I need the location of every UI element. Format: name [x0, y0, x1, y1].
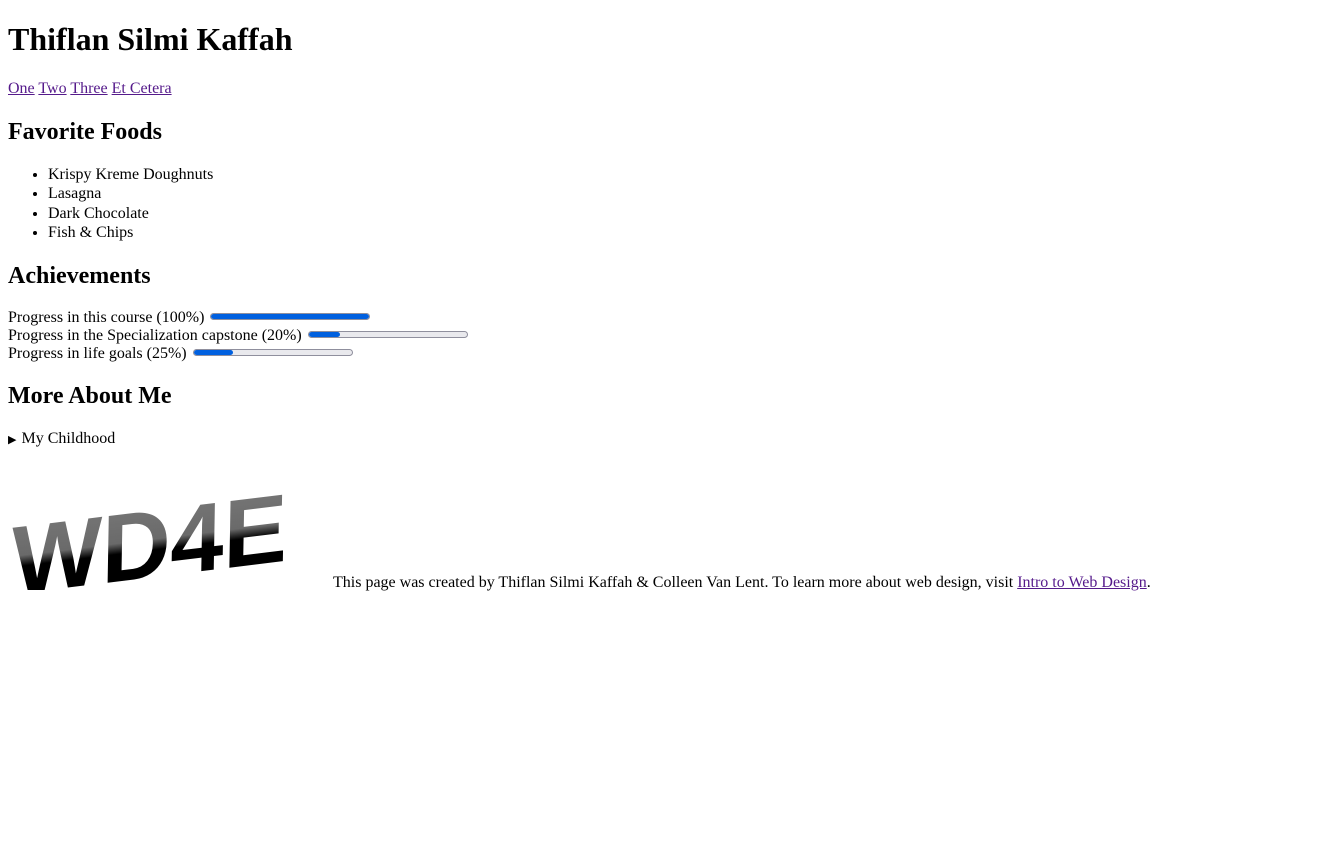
- progress-row-capstone: Progress in the Specialization capstone …: [8, 327, 1312, 345]
- progress-label: Progress in this course (100%): [8, 308, 205, 326]
- footer-credit-text: This page was created by Thiflan Silmi K…: [333, 573, 1018, 591]
- nav-bar: One Two Three Et Cetera: [8, 79, 1312, 99]
- achievements-heading: Achievements: [8, 262, 151, 289]
- list-item: Dark Chocolate: [48, 204, 1312, 223]
- page-title: Thiflan Silmi Kaffah: [8, 21, 293, 57]
- progress-row-life-goals: Progress in life goals (25%): [8, 345, 1312, 363]
- intro-to-web-design-link[interactable]: Intro to Web Design: [1017, 574, 1147, 591]
- more-about-me-heading: More About Me: [8, 382, 172, 409]
- list-item: Lasagna: [48, 184, 1312, 203]
- progress-row-course: Progress in this course (100%): [8, 309, 1312, 327]
- progress-fill: [308, 332, 341, 338]
- progress-fill: [193, 350, 234, 356]
- nav-link-two[interactable]: Two: [38, 80, 66, 97]
- list-item: Fish & Chips: [48, 223, 1312, 242]
- progress-label: Progress in life goals (25%): [8, 344, 187, 362]
- progress-bar-capstone: [307, 331, 468, 339]
- page: Thiflan Silmi Kaffah One Two Three Et Ce…: [0, 0, 1320, 598]
- footer-period: .: [1146, 573, 1151, 591]
- disclosure-triangle-icon[interactable]: ▶: [8, 434, 16, 446]
- favorite-foods-heading: Favorite Foods: [8, 119, 162, 145]
- wd4e-logo: WD4E: [11, 474, 288, 590]
- nav-link-one[interactable]: One: [8, 80, 35, 97]
- progress-bar-course: [210, 313, 371, 321]
- progress-bar-life-goals: [192, 349, 353, 357]
- nav-link-three[interactable]: Three: [70, 80, 107, 97]
- details-my-childhood[interactable]: ▶ My Childhood: [8, 429, 1312, 450]
- favorite-foods-list: Krispy Kreme Doughnuts Lasagna Dark Choc…: [8, 165, 1312, 243]
- footer: WD4E This page was created by Thiflan Si…: [8, 460, 1312, 593]
- logo-text: WD4E: [11, 474, 288, 590]
- details-summary-label[interactable]: My Childhood: [21, 430, 115, 447]
- achievements-list: Progress in this course (100%) Progress …: [8, 309, 1312, 363]
- list-item: Krispy Kreme Doughnuts: [48, 165, 1312, 184]
- progress-label: Progress in the Specialization capstone …: [8, 326, 302, 344]
- progress-fill: [211, 314, 370, 320]
- nav-link-et-cetera[interactable]: Et Cetera: [112, 80, 172, 97]
- footer-credit: This page was created by Thiflan Silmi K…: [333, 573, 1151, 593]
